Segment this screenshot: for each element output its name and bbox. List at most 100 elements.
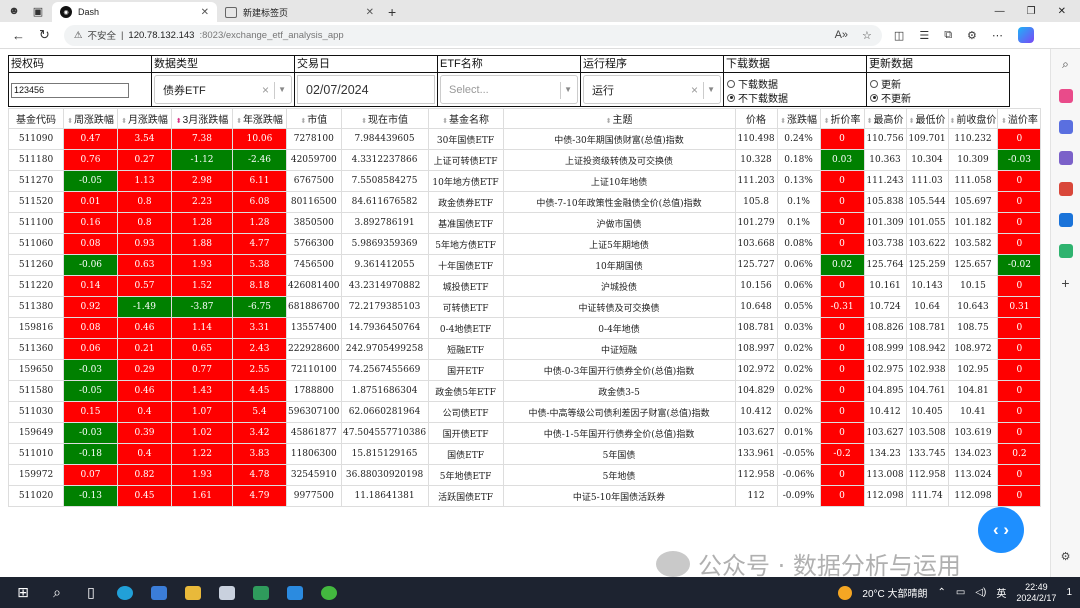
outlook-icon[interactable] [1058,213,1073,227]
date-picker[interactable]: 02/07/2024 [297,75,435,104]
sort-icon[interactable]: ⬍ [780,118,786,125]
ime-indicator[interactable]: 英 [996,585,1006,600]
favorites-icon[interactable]: ☰ [919,29,929,42]
table-cell: 活跃国债ETF [427,485,504,507]
table-cell: 0.02 [819,254,865,276]
column-header[interactable]: ⬍最低价 [905,108,949,129]
tools-icon[interactable] [1058,120,1073,134]
terminal-icon[interactable] [250,582,272,604]
close-window-icon[interactable]: ✕ [1058,6,1066,17]
column-header[interactable]: ⬍3月涨跌幅 [171,108,233,129]
column-header[interactable]: ⬍现在市值 [340,108,429,129]
games-icon[interactable] [1058,151,1073,165]
split-screen-icon[interactable]: ◫ [894,29,904,42]
tray-chevron-icon[interactable]: ⌃ [938,587,946,598]
drop-icon[interactable] [1058,244,1073,258]
close-tab-icon[interactable]: ✕ [366,7,374,18]
file-explorer-icon[interactable] [182,582,204,604]
sort-icon[interactable]: ⬍ [300,118,306,125]
table-row: 159649 -0.03 0.39 1.02 3.42 45861877 47.504557… [8,422,1042,444]
sort-icon[interactable]: ⬍ [867,118,873,125]
column-header[interactable]: ⬍周涨跌幅 [63,108,118,129]
chevron-down-icon[interactable]: ▼ [564,85,572,94]
shopping-icon[interactable] [1058,89,1073,103]
column-header[interactable]: 基金代码 [8,108,64,129]
auth-input[interactable]: 123456 [11,83,129,98]
column-header[interactable]: ⬍溢价率 [997,108,1042,129]
sort-icon[interactable]: ⬍ [121,118,127,125]
edge-icon[interactable] [114,582,136,604]
column-header[interactable]: ⬍基金名称 [427,108,504,129]
program-dropdown[interactable]: 运行 × ▼ [583,75,721,104]
mail-icon[interactable] [148,582,170,604]
sort-icon[interactable]: ⬍ [950,118,956,125]
favorite-star-icon[interactable]: ☆ [862,29,872,42]
sort-icon[interactable]: ⬍ [824,118,830,125]
new-tab-plus-icon[interactable]: + [388,2,396,22]
network-icon[interactable]: ▭ [956,587,965,598]
datatype-dropdown[interactable]: 债券ETF × ▼ [154,75,292,104]
notification-badge[interactable]: 1 [1066,587,1072,598]
sort-icon[interactable]: ⬍ [442,118,448,125]
chevron-down-icon[interactable]: ▼ [707,85,715,94]
radio-update[interactable]: 更新 [870,76,901,91]
code-toggle-button[interactable]: ‹ › [978,507,1024,553]
store-icon[interactable] [216,582,238,604]
clear-icon[interactable]: × [691,83,698,97]
close-tab-icon[interactable]: ✕ [201,7,209,18]
radio-no-download[interactable]: 不下载数据 [727,90,788,105]
back-arrow-icon[interactable]: ← [12,28,25,43]
sort-icon[interactable]: ⬍ [606,118,612,125]
sidebar-settings-icon[interactable]: ⚙ [1061,550,1071,563]
url-field[interactable]: ⚠ 不安全 | 120.78.132.143:8023/exchange_etf… [63,24,882,46]
table-cell: 中债-中高等级公司债利差因子财富(总值)指数 [502,401,736,423]
copilot-icon[interactable] [1017,27,1034,43]
collections-icon[interactable]: ⧉ [944,29,952,42]
volume-icon[interactable]: ◁) [975,587,986,598]
sort-icon[interactable]: ⬍ [361,118,367,125]
maximize-icon[interactable]: ❐ [1027,6,1036,17]
column-header[interactable]: ⬍市值 [286,108,342,129]
tab-actions-icon[interactable]: ▣ [30,3,46,19]
column-header[interactable]: ⬍月涨跌幅 [117,108,172,129]
weather-text[interactable]: 20°C 大部晴朗 [862,585,927,600]
minimize-icon[interactable]: — [995,6,1005,17]
table-cell: 0.29 [117,359,172,381]
sort-icon[interactable]: ⬍ [909,118,915,125]
radio-no-update[interactable]: 不更新 [870,90,911,105]
clear-icon[interactable]: × [262,83,269,97]
more-icon[interactable]: ⋯ [992,29,1003,42]
search-icon[interactable]: ⌕ [1062,57,1069,72]
column-header[interactable]: ⬍涨跌幅 [776,108,821,129]
vscode-icon[interactable] [284,582,306,604]
read-aloud-icon[interactable]: A» [835,29,848,42]
watermark: 公众号 · 数据分析与运用 [656,546,961,581]
column-header[interactable]: ⬍主题 [502,108,736,129]
clock[interactable]: 22:49 2024/2/17 [1016,582,1056,604]
sort-icon[interactable]: ⬍ [236,118,242,125]
add-sidebar-icon[interactable]: + [1061,275,1069,291]
column-header[interactable]: 价格 [734,108,778,129]
column-header[interactable]: ⬍年涨跌幅 [232,108,287,129]
chevron-down-icon[interactable]: ▼ [278,85,286,94]
extensions-icon[interactable]: ⚙ [967,29,977,42]
column-header[interactable]: ⬍折价率 [819,108,865,129]
task-view-icon[interactable]: ▯ [80,582,102,604]
column-header[interactable]: ⬍前收盘价 [947,108,999,129]
reload-icon[interactable]: ↻ [39,27,50,43]
etfname-dropdown[interactable]: Select... ▼ [440,75,578,104]
wechat-app-icon[interactable] [318,582,340,604]
column-header[interactable]: ⬍最高价 [863,108,907,129]
tab-dash[interactable]: ◉ Dash ✕ [52,2,217,22]
sort-icon[interactable]: ⬍ [67,118,73,125]
sort-icon[interactable]: ⬍ [1001,118,1007,125]
profile-icon[interactable]: ☻ [6,3,22,19]
office-icon[interactable] [1058,182,1073,196]
tab-newtab[interactable]: 新建标签页 ✕ [217,2,382,22]
search-icon[interactable]: ⌕ [46,582,68,604]
table-cell: 103.619 [947,422,999,444]
sort-icon[interactable]: ⬍ [176,118,182,125]
windows-start-icon[interactable]: ⊞ [12,582,34,604]
table-cell: 108.781 [905,317,949,339]
radio-download[interactable]: 下载数据 [727,76,778,91]
